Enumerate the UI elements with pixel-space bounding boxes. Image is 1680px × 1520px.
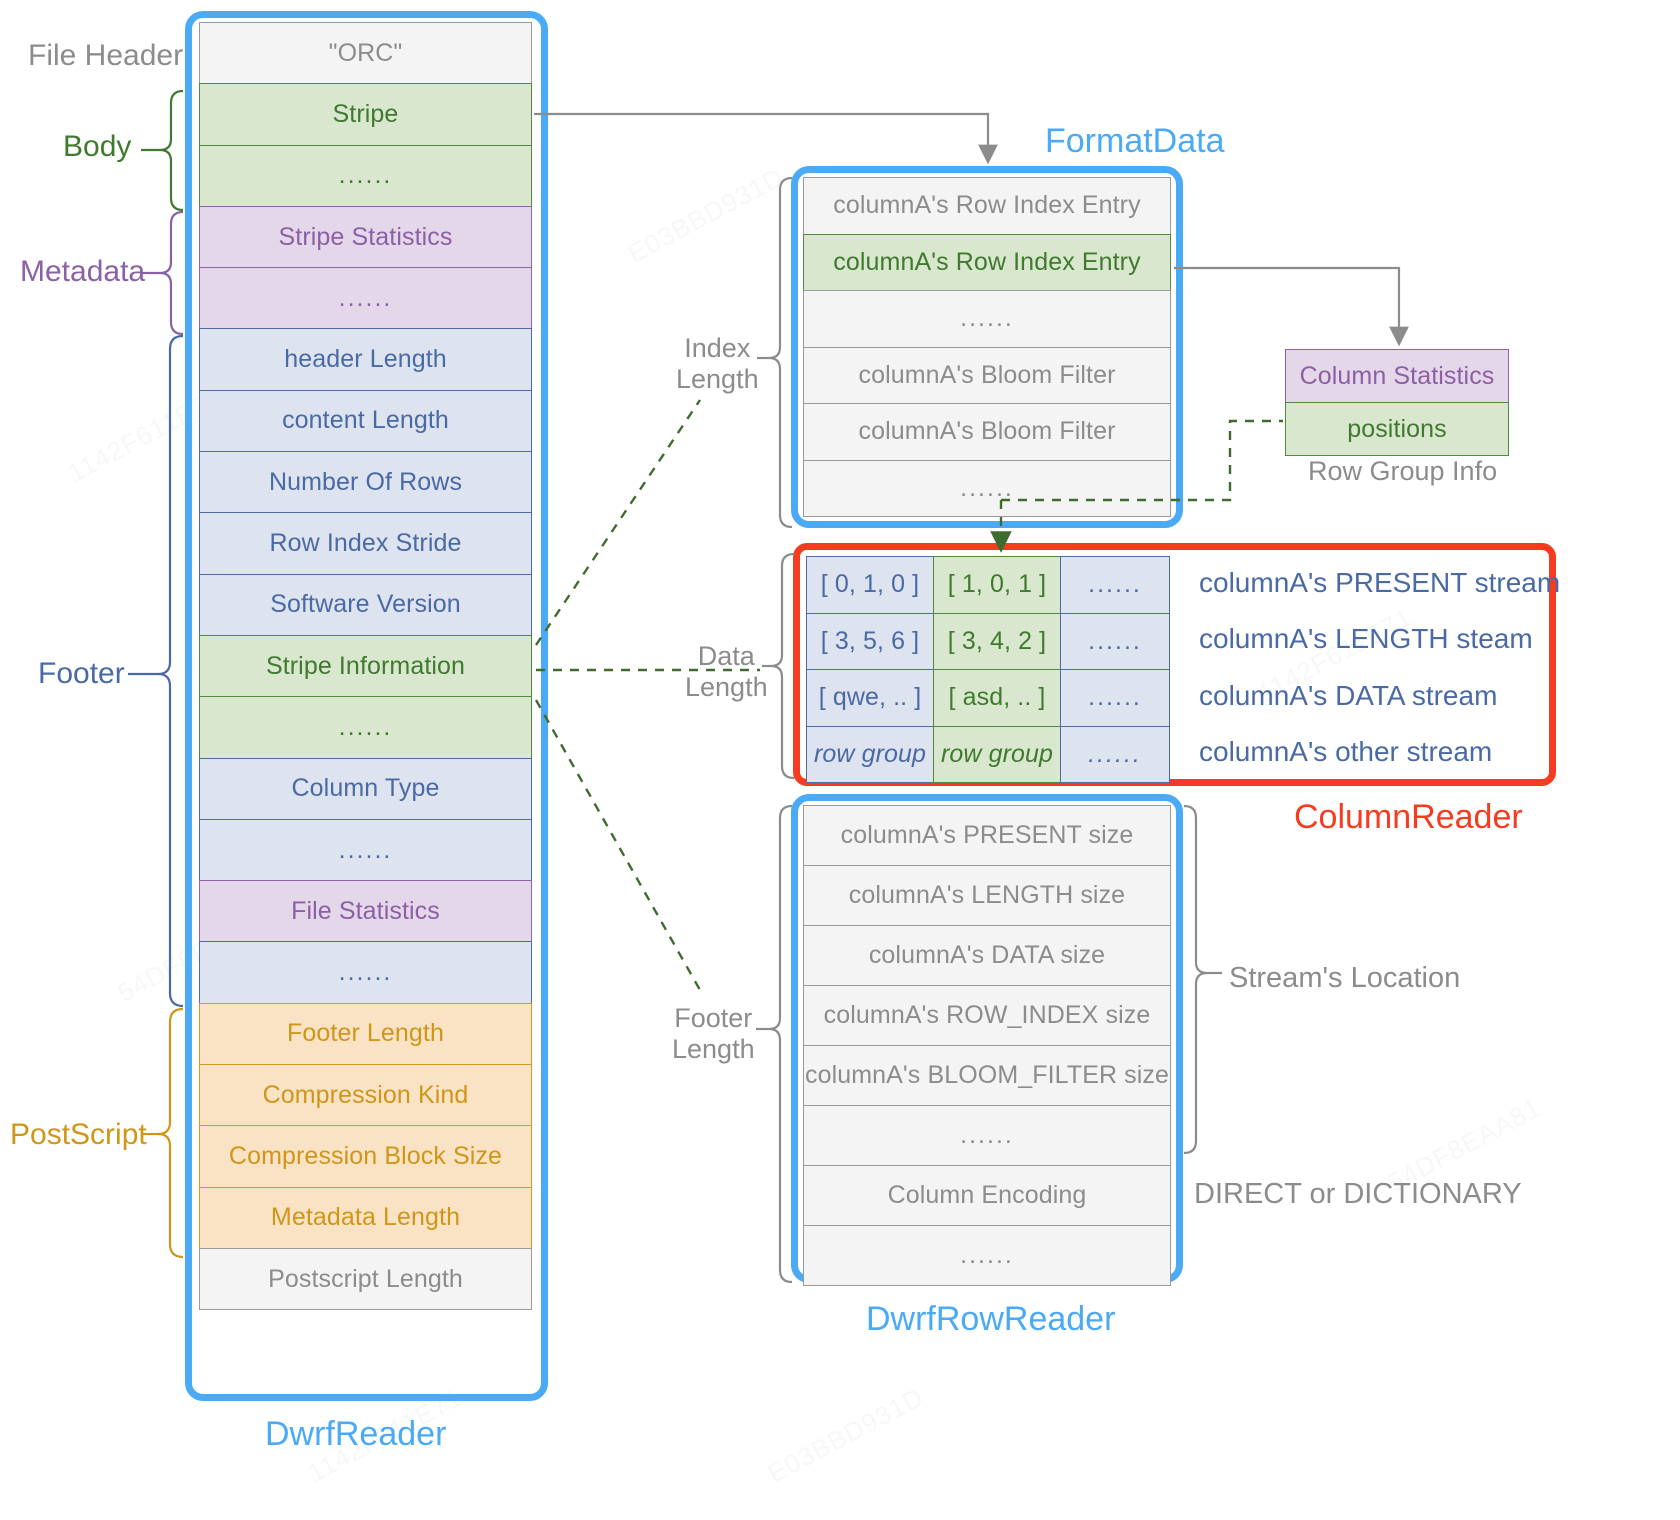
section-label-footer: Footer (38, 657, 125, 690)
column-reader-row: [ 0, 1, 0 ][ 1, 0, 1 ]...... (806, 556, 1172, 614)
stream-label: columnA's PRESENT stream (1199, 566, 1561, 598)
format-data-row: columnA's Bloom Filter (803, 403, 1171, 461)
dwrf-reader-row: ...... (199, 818, 532, 882)
dwrf-row-reader-row: columnA's LENGTH size (803, 865, 1171, 926)
diagram-canvas: 1142F611E71 54DF8EAA81 E03BBD931D 1142F6… (0, 0, 1680, 1520)
column-reader-row: [ 3, 5, 6 ][ 3, 4, 2 ]...... (806, 612, 1172, 670)
column-reader-grid: [ 0, 1, 0 ][ 1, 0, 1 ]......[ 3, 5, 6 ][… (806, 556, 1172, 783)
dwrf-reader-row: File Statistics (199, 880, 532, 943)
format-data-row: columnA's Row Index Entry (803, 233, 1171, 291)
dwrf-reader-row: Number Of Rows (199, 451, 532, 514)
column-reader-row: row group row group...... (806, 725, 1172, 783)
footer-length-label: Footer Length (672, 1003, 755, 1065)
dwrf-reader-row: "ORC" (199, 22, 532, 85)
dwrf-reader-row: Stripe Information (199, 634, 532, 698)
data-length-label-line2: Length (685, 672, 768, 703)
data-length-label-line1: Data (697, 641, 755, 671)
section-label-body: Body (63, 130, 132, 163)
format-data-row: ...... (803, 290, 1171, 348)
dwrf-reader-box-label: DwrfReader (265, 1415, 447, 1453)
dwrf-reader-row: Row Index Stride (199, 512, 532, 575)
watermark: E03BBD931D (763, 1381, 929, 1489)
format-data-row: ...... (803, 459, 1171, 517)
column-reader-cell: ...... (1060, 612, 1170, 670)
index-length-label-line2: Length (676, 364, 759, 395)
index-length-label-line1: Index (684, 333, 751, 363)
dwrf-row-reader-row: Column Encoding (803, 1165, 1171, 1226)
column-reader-box-label: ColumnReader (1294, 798, 1523, 836)
row-group-info-row: positions (1285, 402, 1509, 456)
row-group-info-list: Column Statistics positions (1285, 349, 1509, 456)
column-reader-cell: ...... (1060, 725, 1170, 783)
dwrf-reader-row: Metadata Length (199, 1186, 532, 1249)
footer-length-label-line2: Length (672, 1034, 755, 1065)
column-reader-cell: row group (806, 725, 934, 783)
dwrf-row-reader-row: ...... (803, 1225, 1171, 1286)
column-reader-cell: [ asd, .. ] (933, 669, 1061, 727)
dwrf-reader-row: Footer Length (199, 1002, 532, 1066)
section-label-postscript: PostScript (10, 1118, 147, 1151)
row-group-info-row: Column Statistics (1285, 349, 1509, 403)
dwrf-row-reader-row: columnA's PRESENT size (803, 805, 1171, 866)
format-data-row: columnA's Row Index Entry (803, 177, 1171, 235)
column-reader-cell: ...... (1060, 556, 1170, 614)
dwrf-reader-row: Postscript Length (199, 1247, 532, 1311)
row-group-info-caption: Row Group Info (1308, 456, 1498, 486)
dwrf-row-reader-row-list: columnA's PRESENT size columnA's LENGTH s… (803, 805, 1171, 1286)
format-data-row: columnA's Bloom Filter (803, 346, 1171, 404)
dwrf-reader-row: ...... (199, 144, 532, 207)
format-data-box-label: FormatData (1045, 122, 1225, 160)
dwrf-row-reader-box-label: DwrfRowReader (866, 1300, 1116, 1338)
stream-label: columnA's DATA stream (1199, 679, 1498, 711)
format-data-row-list: columnA's Row Index Entry columnA's Row I… (803, 177, 1171, 517)
stream-label: columnA's LENGTH steam (1199, 623, 1533, 655)
dwrf-reader-row: Stripe Statistics (199, 205, 532, 269)
dwrf-row-reader-row: columnA's BLOOM_FILTER size (803, 1045, 1171, 1106)
dwrf-reader-row: header Length (199, 328, 532, 391)
column-reader-cell: [ 3, 5, 6 ] (806, 612, 934, 670)
dwrf-reader-row: ...... (199, 696, 532, 759)
section-label-metadata: Metadata (20, 255, 146, 288)
watermark: E03BBD931D (623, 161, 789, 269)
dwrf-row-reader-row: columnA's DATA size (803, 925, 1171, 986)
stream-label: columnA's other stream (1199, 736, 1493, 768)
footer-length-label-line1: Footer (674, 1003, 753, 1033)
column-reader-row: [ qwe, .. ][ asd, .. ]...... (806, 669, 1172, 727)
column-reader-cell: [ 1, 0, 1 ] (933, 556, 1061, 614)
column-reader-cell: [ 0, 1, 0 ] (806, 556, 934, 614)
column-reader-cell: row group (933, 725, 1061, 783)
dwrf-reader-row: content Length (199, 389, 532, 453)
column-reader-cell: ...... (1060, 669, 1170, 727)
column-reader-cell: [ 3, 4, 2 ] (933, 612, 1061, 670)
dwrf-reader-row: Stripe (199, 83, 532, 146)
dwrf-reader-row: ...... (199, 941, 532, 1004)
column-reader-cell: [ qwe, .. ] (806, 669, 934, 727)
dwrf-reader-row: Compression Block Size (199, 1125, 532, 1188)
dwrf-row-reader-row: ...... (803, 1105, 1171, 1166)
dwrf-row-reader-row: columnA's ROW_INDEX size (803, 985, 1171, 1046)
section-label-file-header: File Header (28, 39, 184, 72)
dwrf-reader-row: Software Version (199, 573, 532, 636)
dwrf-reader-row-list: "ORC" Stripe...... Stripe Statistics......… (199, 22, 532, 1311)
streams-location-label: Stream's Location (1229, 962, 1461, 994)
index-length-label: Index Length (676, 333, 759, 395)
data-length-label: Data Length (685, 641, 768, 703)
dwrf-reader-row: Compression Kind (199, 1064, 532, 1127)
dwrf-reader-row: ...... (199, 267, 532, 330)
dwrf-reader-row: Column Type (199, 757, 532, 820)
column-encoding-kind-label: DIRECT or DICTIONARY (1194, 1178, 1522, 1210)
